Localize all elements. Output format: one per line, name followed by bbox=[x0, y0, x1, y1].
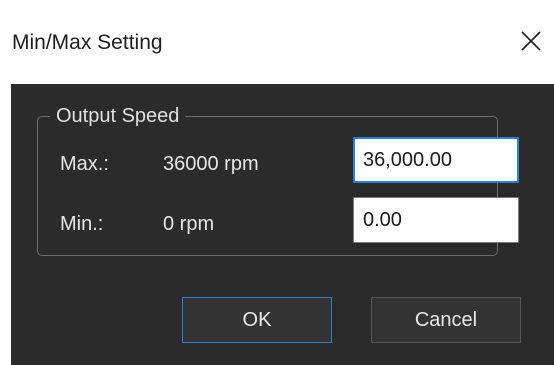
close-button[interactable] bbox=[508, 18, 554, 64]
max-label: Max.: bbox=[60, 153, 109, 175]
title-bar: Min/Max Setting bbox=[0, 0, 554, 84]
max-value-text: 36000 rpm bbox=[163, 153, 259, 175]
output-speed-legend: Output Speed bbox=[56, 105, 180, 127]
close-icon bbox=[521, 31, 541, 51]
window-title: Min/Max Setting bbox=[12, 31, 163, 54]
cancel-button[interactable]: Cancel bbox=[371, 297, 521, 343]
dialog-content: Output Speed Max.: 36000 rpm Min.: 0 rpm… bbox=[11, 84, 554, 365]
max-input[interactable] bbox=[353, 137, 519, 183]
min-max-dialog: Min/Max Setting Output Speed Max.: 36000… bbox=[0, 0, 554, 365]
min-input[interactable] bbox=[353, 197, 519, 243]
window-edge bbox=[0, 84, 11, 365]
ok-button[interactable]: OK bbox=[182, 297, 332, 343]
min-value-text: 0 rpm bbox=[163, 213, 215, 235]
min-label: Min.: bbox=[60, 213, 104, 235]
